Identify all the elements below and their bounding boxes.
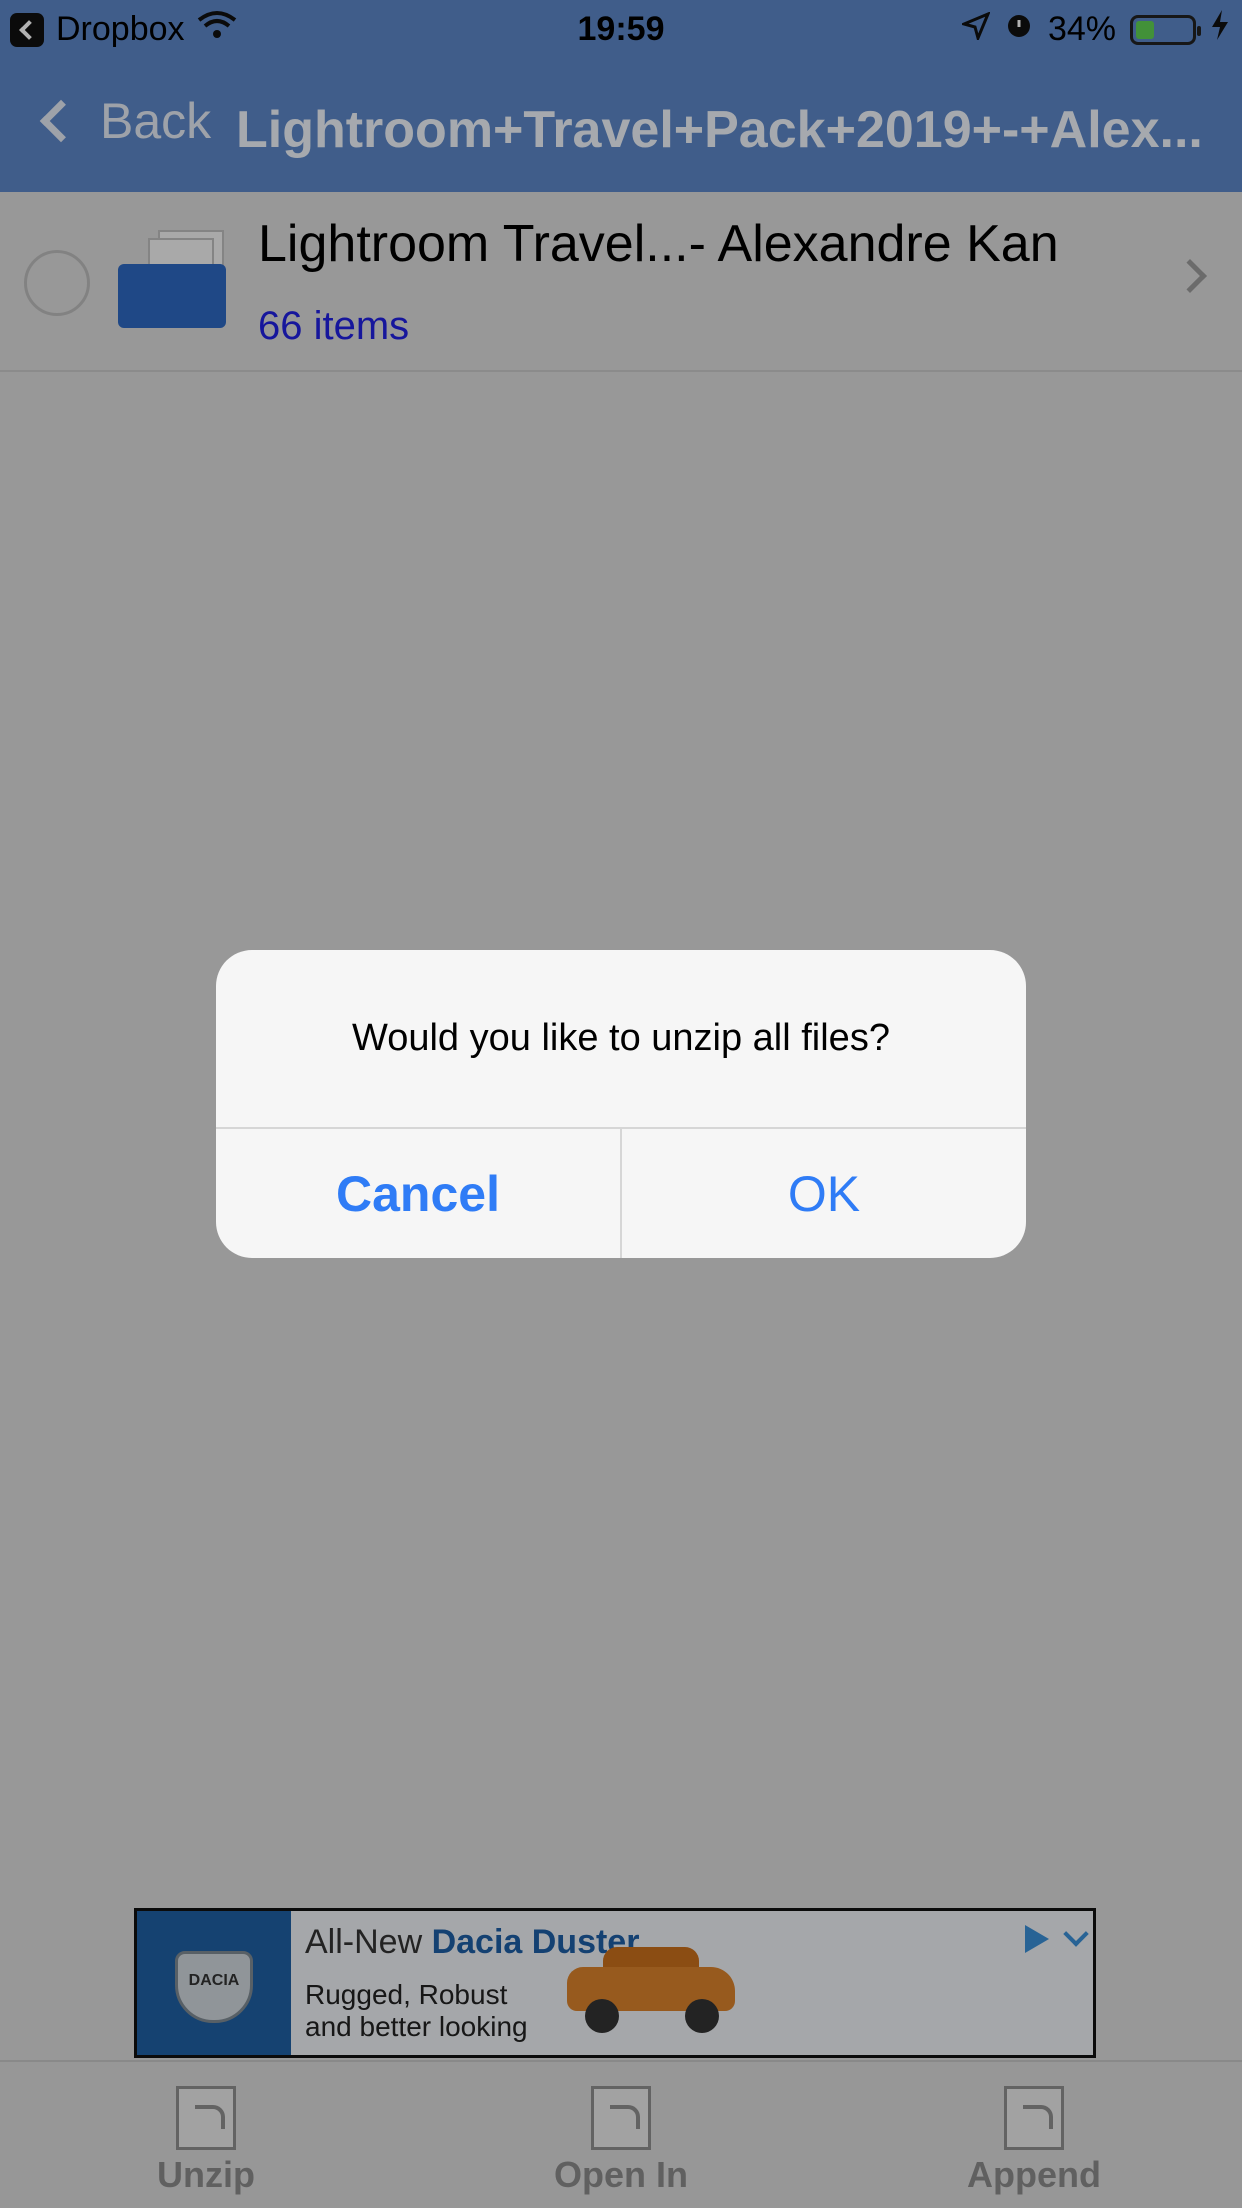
ok-button[interactable]: OK [622, 1129, 1026, 1258]
cancel-button[interactable]: Cancel [216, 1129, 620, 1258]
dialog-message: Would you like to unzip all files? [352, 1017, 890, 1059]
unzip-alert-dialog: Would you like to unzip all files? Cance… [216, 950, 1026, 1258]
